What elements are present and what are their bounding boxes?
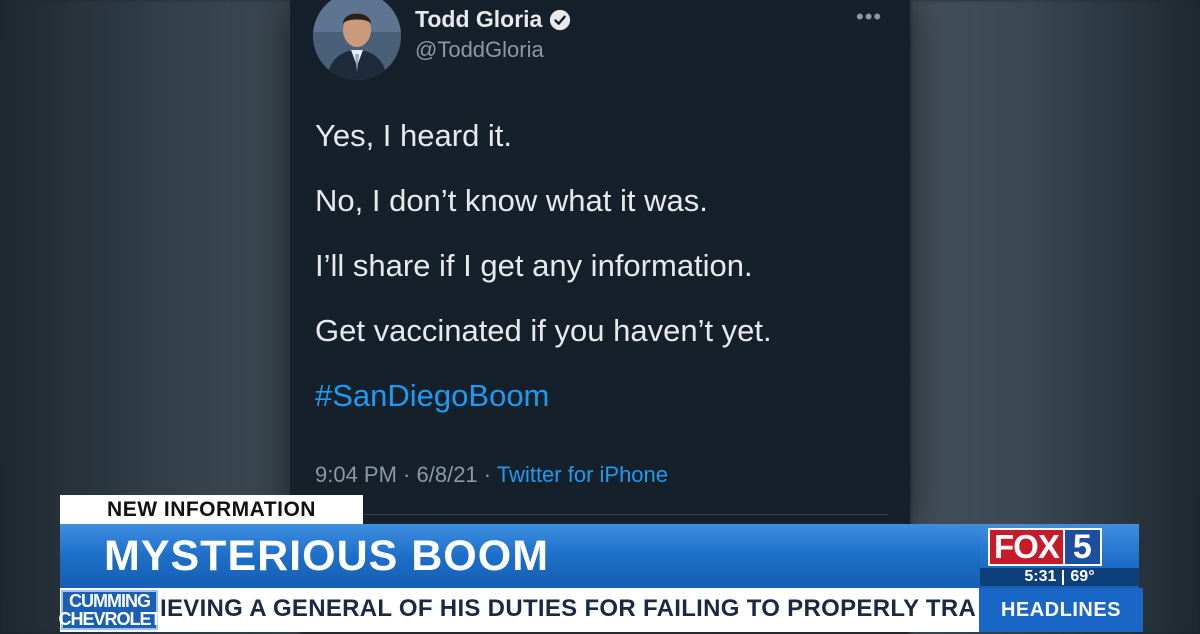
avatar[interactable] (313, 0, 401, 80)
tweet-source[interactable]: Twitter for iPhone (497, 462, 668, 487)
tweet-meta: 9:04 PM · 6/8/21 · Twitter for iPhone (315, 462, 668, 488)
logo-fox-text: FOX (988, 528, 1065, 566)
tweet-line-2: No, I don’t know what it was. (315, 183, 708, 218)
sponsor-logo: CUMMING CHEVROLET (58, 590, 162, 630)
clock-separator (1062, 569, 1065, 585)
ticker-text: IEVING A GENERAL OF HIS DUTIES FOR FAILI… (160, 595, 1001, 622)
author-name-row: Todd Gloria (415, 6, 571, 33)
logo-channel-number: 5 (1064, 528, 1102, 566)
meta-separator: · (396, 462, 417, 487)
news-ticker: CUMMING CHEVROLET IEVING A GENERAL OF HI… (58, 588, 1143, 632)
author-handle[interactable]: @ToddGloria (415, 37, 544, 63)
headline-bar: MYSTERIOUS BOOM (60, 524, 980, 588)
new-information-tag: NEW INFORMATION (60, 495, 363, 524)
more-options-icon[interactable]: ••• (856, 4, 882, 30)
sponsor-line-2: CHEVROLET (58, 609, 162, 629)
ticker-section-label: HEADLINES (976, 588, 1143, 632)
tweet-line-1: Yes, I heard it. (315, 118, 513, 153)
sponsor-line-1: CUMMING (69, 591, 151, 611)
hashtag-link[interactable]: #SanDiegoBoom (315, 378, 549, 414)
fox5-logo: FOX 5 (988, 528, 1102, 566)
clock: 5:31 (1024, 568, 1057, 585)
tweet-time[interactable]: 9:04 PM (315, 462, 397, 487)
tweet-date[interactable]: 6/8/21 (417, 462, 478, 487)
temperature: 69° (1070, 568, 1095, 585)
author-name[interactable]: Todd Gloria (415, 6, 542, 33)
verified-badge-icon (550, 9, 571, 30)
tweet-line-4: Get vaccinated if you haven’t yet. (315, 313, 772, 348)
meta-separator: · (477, 462, 497, 487)
headline-text: MYSTERIOUS BOOM (104, 532, 550, 580)
tweet-card: Todd Gloria @ToddGloria ••• Yes, I heard… (290, 0, 910, 530)
tag-label: NEW INFORMATION (107, 497, 316, 521)
clock-weather-row: 5:31 69° (980, 568, 1139, 586)
tweet-line-3: I’ll share if I get any information. (315, 248, 753, 283)
divider (315, 514, 888, 515)
station-logo-box: FOX 5 5:31 69° (980, 524, 1139, 588)
